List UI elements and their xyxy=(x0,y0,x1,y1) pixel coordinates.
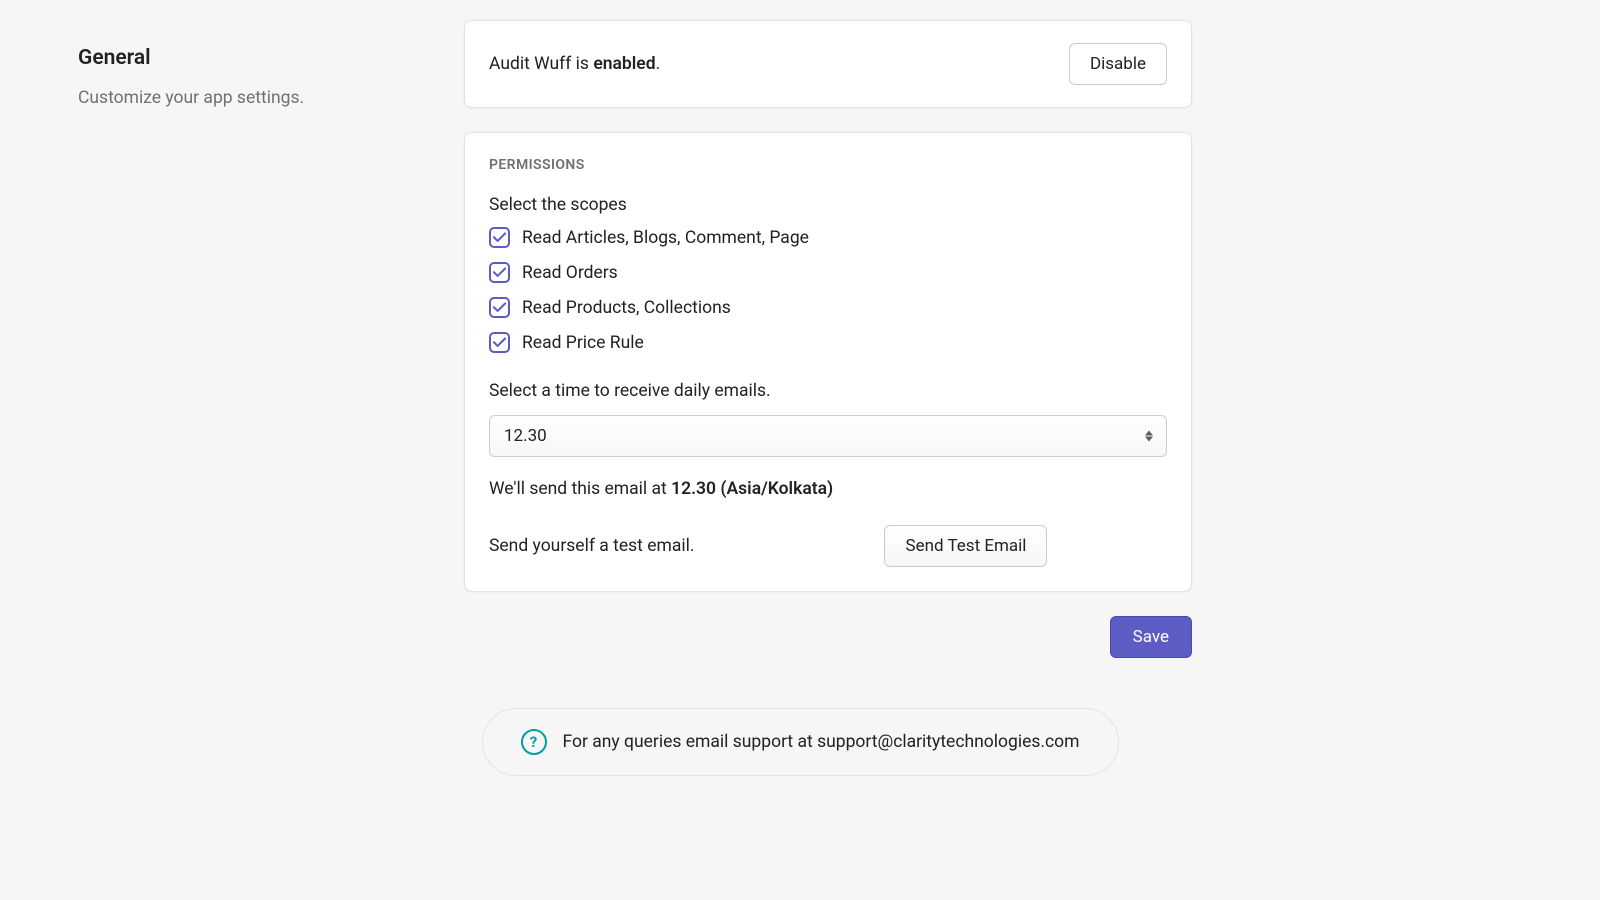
checkbox-icon[interactable] xyxy=(489,297,510,318)
scope-row[interactable]: Read Orders xyxy=(489,262,1167,283)
checkbox-icon[interactable] xyxy=(489,227,510,248)
scope-label: Select the scopes xyxy=(489,195,1167,215)
scope-row[interactable]: Read Articles, Blogs, Comment, Page xyxy=(489,227,1167,248)
disable-button[interactable]: Disable xyxy=(1069,43,1167,85)
page-subtitle: Customize your app settings. xyxy=(78,86,464,111)
status-card: Audit Wuff is enabled. Disable xyxy=(464,20,1192,108)
permissions-card: PERMISSIONS Select the scopes Read Artic… xyxy=(464,132,1192,592)
permissions-heading: PERMISSIONS xyxy=(489,157,1167,173)
scope-label-text: Read Products, Collections xyxy=(522,298,731,318)
settings-sidebar: General Customize your app settings. xyxy=(78,38,464,658)
time-helper-prefix: We'll send this email at xyxy=(489,479,671,499)
time-select-wrap[interactable]: 12.30 xyxy=(489,415,1167,457)
settings-main: Audit Wuff is enabled. Disable PERMISSIO… xyxy=(464,38,1192,658)
send-test-email-button[interactable]: Send Test Email xyxy=(884,525,1047,567)
time-helper: We'll send this email at 12.30 (Asia/Kol… xyxy=(489,479,1167,499)
checkbox-icon[interactable] xyxy=(489,262,510,283)
scope-label-text: Read Orders xyxy=(522,263,618,283)
time-label: Select a time to receive daily emails. xyxy=(489,381,1167,401)
help-icon: ? xyxy=(521,729,547,755)
support-text: For any queries email support at support… xyxy=(563,732,1080,752)
action-bar: Save xyxy=(464,616,1192,658)
save-button[interactable]: Save xyxy=(1110,616,1192,658)
scope-row[interactable]: Read Products, Collections xyxy=(489,297,1167,318)
status-suffix: . xyxy=(656,54,661,74)
page-title: General xyxy=(78,46,464,70)
time-helper-bold: 12.30 (Asia/Kolkata) xyxy=(671,479,833,499)
support-pill: ? For any queries email support at suppo… xyxy=(482,708,1119,776)
time-select[interactable]: 12.30 xyxy=(489,415,1167,457)
status-state: enabled xyxy=(593,54,655,74)
checkbox-icon[interactable] xyxy=(489,332,510,353)
status-text: Audit Wuff is enabled. xyxy=(489,54,660,74)
scope-label-text: Read Articles, Blogs, Comment, Page xyxy=(522,228,809,248)
status-prefix: Audit Wuff is xyxy=(489,54,593,74)
test-email-label: Send yourself a test email. xyxy=(489,536,694,556)
scope-row[interactable]: Read Price Rule xyxy=(489,332,1167,353)
scope-label-text: Read Price Rule xyxy=(522,333,644,353)
